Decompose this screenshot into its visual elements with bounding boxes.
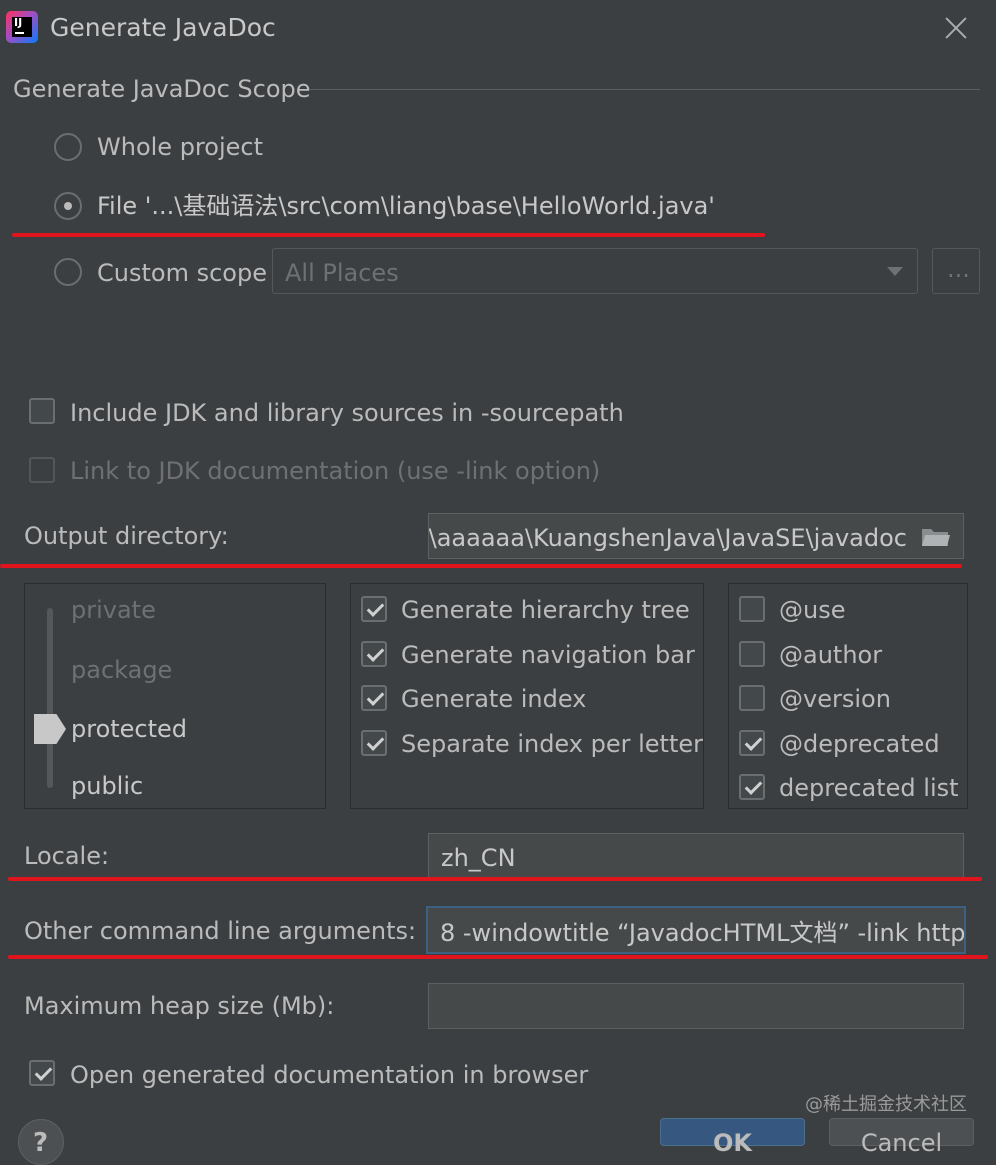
output-directory-field[interactable]: D:\aaaaaa\KuangshenJava\JavaSE\javadoc [428, 513, 964, 559]
author-tag-checkbox[interactable] [739, 641, 765, 667]
folder-icon[interactable] [921, 527, 951, 547]
annotation-underline-output [0, 564, 962, 568]
chevron-down-icon [887, 267, 903, 276]
locale-label: Locale: [24, 842, 110, 870]
visibility-private: private [71, 596, 156, 624]
heap-label: Maximum heap size (Mb): [24, 992, 335, 1020]
help-question-icon: ? [33, 1128, 49, 1158]
deprecated-tag-checkbox[interactable] [739, 730, 765, 756]
args-value: 8 -windowtitle “JavadocHTML文档” -link htt… [440, 919, 966, 947]
generate-index-label: Generate index [401, 685, 587, 713]
whole-project-label: Whole project [97, 133, 263, 161]
custom-scope-value: All Places [285, 259, 399, 287]
author-tag-label: @author [779, 641, 883, 669]
close-icon[interactable] [940, 12, 972, 44]
window-title: Generate JavaDoc [50, 13, 276, 42]
args-label: Other command line arguments: [24, 917, 417, 945]
visibility-package: package [71, 656, 173, 684]
tags-panel: @use @author @version @deprecated deprec… [728, 583, 968, 809]
deprecated-list-label: deprecated list [779, 774, 959, 802]
open-browser-checkbox[interactable] [29, 1060, 55, 1086]
cancel-button[interactable]: Cancel [829, 1118, 974, 1155]
annotation-underline-locale [8, 877, 982, 881]
visibility-slider-track[interactable] [47, 608, 53, 788]
link-jdk-checkbox[interactable] [29, 457, 55, 483]
custom-scope-radio[interactable] [54, 258, 82, 286]
custom-scope-browse-button[interactable]: ... [932, 248, 980, 294]
navigation-bar-label: Generate navigation bar [401, 641, 695, 669]
visibility-protected: protected [71, 715, 188, 743]
custom-scope-dropdown[interactable]: All Places [272, 248, 918, 294]
whole-project-radio[interactable] [54, 133, 82, 161]
visibility-slider-thumb[interactable] [34, 714, 66, 744]
hierarchy-tree-checkbox[interactable] [361, 596, 387, 622]
generate-index-checkbox[interactable] [361, 685, 387, 711]
file-scope-radio[interactable] [54, 192, 82, 220]
include-jdk-label: Include JDK and library sources in -sour… [70, 399, 624, 427]
separate-index-checkbox[interactable] [361, 730, 387, 756]
version-tag-label: @version [779, 685, 891, 713]
ok-button-label: OK [713, 1129, 752, 1157]
open-browser-label: Open generated documentation in browser [70, 1061, 589, 1089]
use-tag-label: @use [779, 596, 846, 624]
cancel-button-label: Cancel [860, 1129, 943, 1157]
deprecated-tag-label: @deprecated [779, 730, 940, 758]
app-icon: IJ [6, 11, 38, 43]
scope-separator [310, 89, 980, 90]
navigation-bar-checkbox[interactable] [361, 641, 387, 667]
watermark: @稀土掘金技术社区 [805, 1094, 967, 1115]
annotation-underline-args [8, 955, 988, 959]
visibility-public: public [71, 772, 144, 800]
version-tag-checkbox[interactable] [739, 685, 765, 711]
annotation-underline-file [12, 233, 765, 237]
browse-ellipsis: ... [947, 255, 970, 283]
scope-heading: Generate JavaDoc Scope [13, 75, 311, 103]
include-jdk-checkbox[interactable] [29, 398, 55, 424]
ok-button[interactable]: OK [660, 1118, 805, 1155]
hierarchy-tree-label: Generate hierarchy tree [401, 596, 690, 624]
output-directory-label: Output directory: [24, 522, 229, 550]
file-scope-label: File '...\基础语法\src\com\liang\base\HelloW… [97, 192, 715, 220]
help-button[interactable]: ? [18, 1119, 64, 1165]
app-icon-mark: IJ [12, 17, 32, 37]
locale-field[interactable]: zh_CN [428, 833, 964, 879]
generate-options-panel: Generate hierarchy tree Generate navigat… [350, 583, 704, 809]
link-jdk-label: Link to JDK documentation (use -link opt… [70, 457, 601, 485]
output-directory-value: D:\aaaaaa\KuangshenJava\JavaSE\javadoc [428, 524, 907, 552]
use-tag-checkbox[interactable] [739, 596, 765, 622]
heap-field[interactable] [428, 983, 964, 1029]
separate-index-label: Separate index per letter [401, 730, 703, 758]
deprecated-list-checkbox[interactable] [739, 774, 765, 800]
locale-value: zh_CN [441, 844, 516, 872]
args-field[interactable]: 8 -windowtitle “JavadocHTML文档” -link htt… [426, 906, 966, 954]
visibility-panel: private package protected public [24, 583, 326, 809]
custom-scope-label: Custom scope [97, 259, 267, 287]
